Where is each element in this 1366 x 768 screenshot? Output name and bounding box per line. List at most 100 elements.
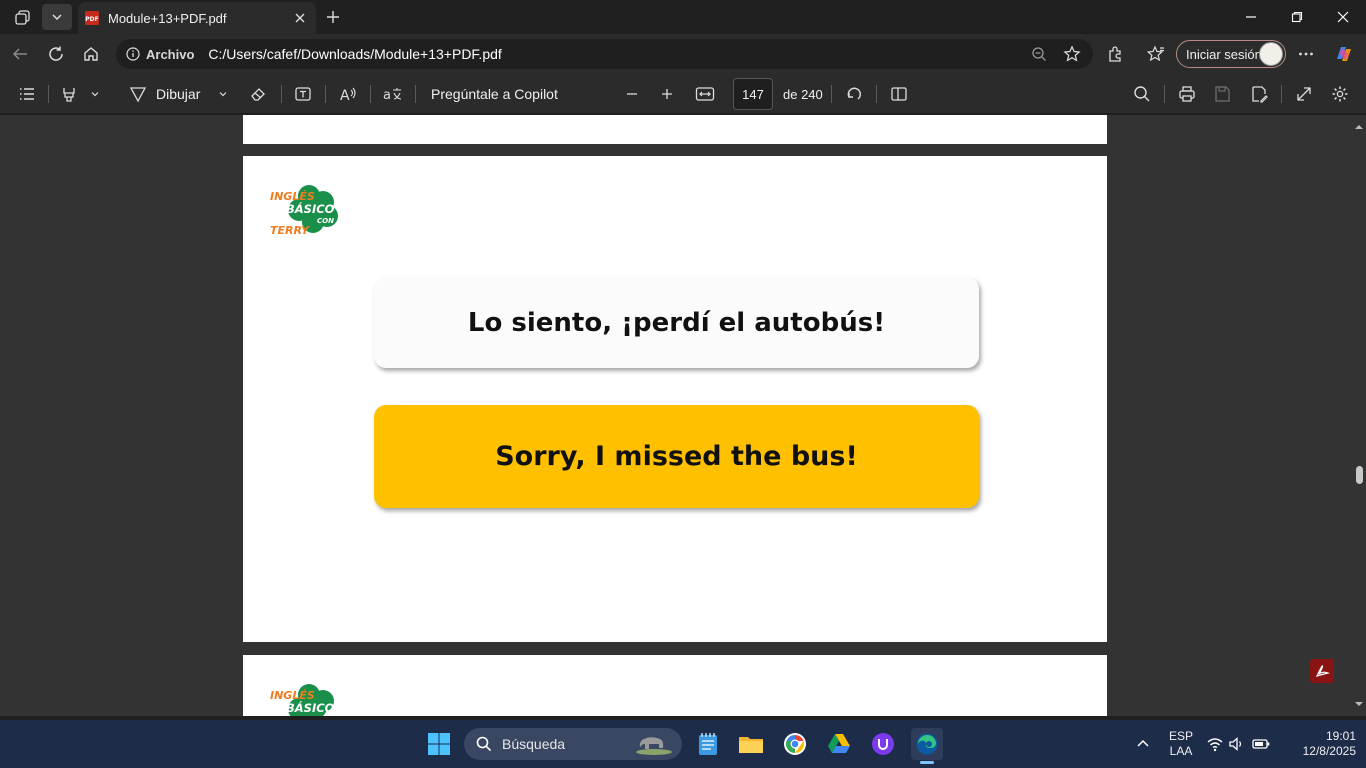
- clock-date: 12/8/2025: [1302, 744, 1356, 758]
- highlight-icon[interactable]: [56, 80, 82, 108]
- signin-label: Iniciar sesión: [1186, 46, 1262, 62]
- navigation-bar: Archivo C:/Users/cafef/Downloads/Module+…: [0, 34, 1366, 74]
- file-explorer-icon[interactable]: [735, 728, 767, 760]
- draw-label: Dibujar: [156, 86, 201, 102]
- address-bar[interactable]: Archivo C:/Users/cafef/Downloads/Module+…: [116, 39, 1093, 69]
- taskbar-search[interactable]: Búsqueda: [464, 728, 682, 760]
- windows-start-icon[interactable]: [423, 728, 455, 760]
- current-page: INGLÉS BÁSICO CON TERRY Lo siento, ¡perd…: [243, 156, 1107, 642]
- refresh-icon[interactable]: [40, 38, 72, 70]
- language-indicator[interactable]: ESP LAA: [1164, 729, 1198, 759]
- language-code: ESP: [1168, 729, 1193, 743]
- restore-icon[interactable]: [1274, 0, 1320, 34]
- clock-time: 19:01: [1325, 729, 1356, 743]
- page-number-input[interactable]: 147: [733, 78, 773, 110]
- draw-icon[interactable]: [124, 80, 152, 108]
- eraser-icon[interactable]: [244, 80, 272, 108]
- svg-text:A: A: [340, 88, 350, 103]
- close-tab-icon[interactable]: [288, 6, 312, 30]
- zoom-out-button[interactable]: [620, 80, 644, 108]
- show-hidden-icons-chevron[interactable]: [1127, 728, 1159, 760]
- separator: [1281, 85, 1282, 103]
- back-icon[interactable]: [4, 38, 36, 70]
- edge-browser-icon[interactable]: [911, 728, 943, 764]
- ask-copilot-button[interactable]: Pregúntale a Copilot: [431, 80, 558, 108]
- ingles-basico-logo: INGLÉS BÁSICO CON TERRY: [269, 178, 349, 237]
- logo-word-2: BÁSICO: [286, 700, 335, 715]
- separator: [325, 85, 326, 103]
- home-icon[interactable]: [75, 38, 107, 70]
- zoom-out-icon[interactable]: [1031, 46, 1047, 62]
- minimize-icon[interactable]: [1228, 0, 1274, 34]
- scroll-up-icon[interactable]: [1352, 120, 1366, 134]
- taskbar: Búsqueda ESP LAA 19:01 12/8/2025: [0, 720, 1366, 768]
- avatar: [1259, 42, 1283, 66]
- read-aloud-icon[interactable]: A: [334, 80, 362, 108]
- svg-text:a: a: [383, 88, 391, 103]
- ask-copilot-label: Pregúntale a Copilot: [431, 86, 558, 102]
- close-window-icon[interactable]: [1320, 0, 1366, 34]
- scroll-down-icon[interactable]: [1352, 697, 1366, 711]
- extensions-icon[interactable]: [1099, 38, 1131, 70]
- save-icon[interactable]: [1208, 80, 1236, 108]
- separator: [876, 85, 877, 103]
- text-box-icon[interactable]: [289, 80, 317, 108]
- highlight-chevron-icon[interactable]: [86, 80, 104, 108]
- favorites-icon[interactable]: [1140, 38, 1172, 70]
- tab-active[interactable]: PDF Module+13+PDF.pdf: [78, 2, 316, 34]
- table-of-contents-icon[interactable]: [14, 80, 40, 108]
- separator: [370, 85, 371, 103]
- save-as-icon[interactable]: [1245, 80, 1273, 108]
- acrobat-icon[interactable]: [1310, 659, 1334, 683]
- active-app-indicator: [920, 761, 934, 764]
- new-tab-icon[interactable]: [318, 4, 348, 30]
- draw-button[interactable]: Dibujar: [156, 80, 200, 108]
- title-bar: PDF Module+13+PDF.pdf: [0, 0, 1366, 34]
- search-icon[interactable]: [1128, 80, 1156, 108]
- vertical-scrollbar[interactable]: [1352, 115, 1366, 716]
- english-phrase: Sorry, I missed the bus!: [495, 441, 858, 472]
- spanish-phrase: Lo siento, ¡perdí el autobús!: [467, 307, 886, 338]
- clock[interactable]: 19:01 12/8/2025: [1282, 729, 1356, 759]
- google-drive-icon[interactable]: [823, 728, 855, 760]
- fit-to-width-icon[interactable]: [692, 80, 718, 108]
- url-text[interactable]: C:/Users/cafef/Downloads/Module+13+PDF.p…: [208, 46, 1031, 62]
- info-icon[interactable]: [126, 47, 140, 61]
- next-page: INGLÉS BÁSICO: [243, 655, 1107, 716]
- notepad-icon[interactable]: [692, 728, 724, 760]
- scroll-thumb[interactable]: [1356, 466, 1363, 485]
- workspaces-icon[interactable]: [8, 4, 38, 30]
- previous-page: [243, 115, 1107, 144]
- logo-word-3: CON: [317, 217, 334, 225]
- separator: [831, 85, 832, 103]
- print-icon[interactable]: [1173, 80, 1201, 108]
- draw-chevron-icon[interactable]: [214, 80, 232, 108]
- favorite-star-icon[interactable]: [1063, 45, 1081, 63]
- pdf-viewer[interactable]: INGLÉS BÁSICO CON TERRY Lo siento, ¡perd…: [0, 115, 1366, 716]
- translate-icon[interactable]: a: [378, 80, 408, 108]
- zoom-in-button[interactable]: [655, 80, 679, 108]
- separator: [1164, 85, 1165, 103]
- pdf-toolbar: Dibujar A a Pregúntale a Copilot 147 de …: [0, 74, 1366, 114]
- fullscreen-icon[interactable]: [1290, 80, 1318, 108]
- page-view-icon[interactable]: [885, 80, 913, 108]
- separator: [415, 85, 416, 103]
- copilot-icon[interactable]: [1328, 38, 1360, 70]
- page-total-label: de 240: [783, 87, 823, 102]
- spanish-phrase-card: Lo siento, ¡perdí el autobús!: [374, 277, 979, 368]
- logo-word-2: BÁSICO: [286, 201, 335, 216]
- rotate-icon[interactable]: [840, 80, 868, 108]
- signin-button[interactable]: Iniciar sesión: [1176, 40, 1286, 68]
- u-app-icon[interactable]: [867, 728, 899, 760]
- google-chrome-icon[interactable]: [779, 728, 811, 760]
- tab-title: Module+13+PDF.pdf: [108, 10, 227, 26]
- logo-word-4: TERRY: [270, 224, 310, 236]
- svg-text:PDF: PDF: [85, 16, 98, 23]
- keyboard-layout: LAA: [1169, 744, 1193, 758]
- separator: [48, 85, 49, 103]
- system-tray-status[interactable]: [1204, 728, 1274, 760]
- ingles-basico-logo: INGLÉS BÁSICO: [269, 677, 349, 716]
- tab-actions-chevron-icon[interactable]: [42, 4, 72, 30]
- more-options-icon[interactable]: [1290, 38, 1322, 70]
- settings-gear-icon[interactable]: [1326, 80, 1354, 108]
